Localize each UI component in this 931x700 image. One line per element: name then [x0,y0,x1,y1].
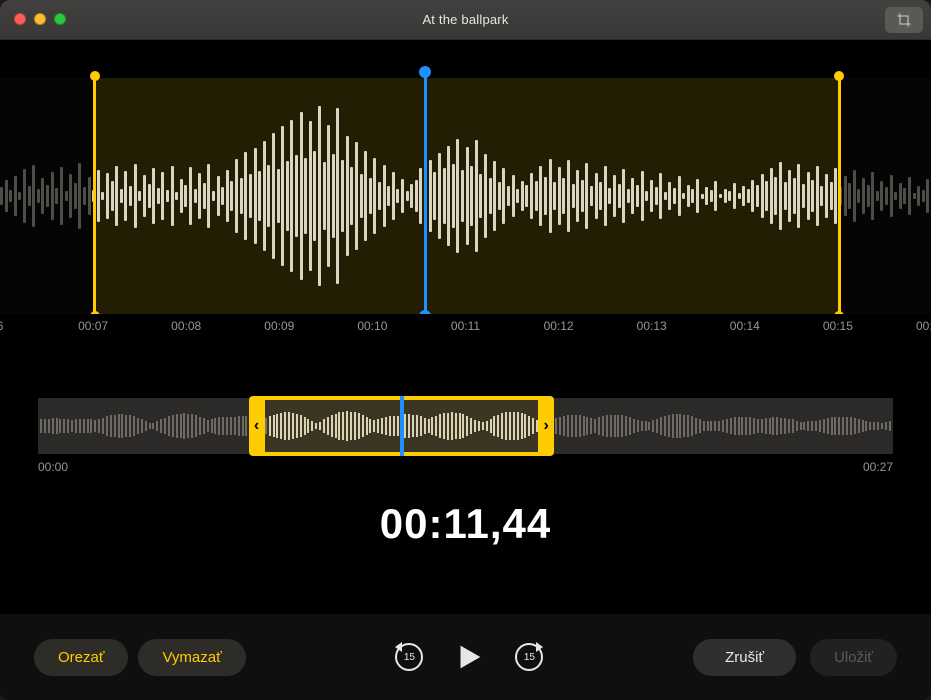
app-window: At the ballpark 6 00:07 00:08 00:09 00:10 00:… [0,0,931,700]
ruler-tick: 00:13 [637,319,667,333]
trim-handle-end[interactable] [838,76,841,316]
waveform-main[interactable]: 6 00:07 00:08 00:09 00:10 00:11 00:12 00:13 00:1… [0,78,931,338]
window-minimize-button[interactable] [34,13,46,25]
crop-icon [896,12,912,28]
overview-handle-start[interactable]: ‹ [249,396,265,456]
time-readout: 00:11,44 [0,500,931,548]
overview-start-label: 00:00 [38,460,68,474]
playhead[interactable] [424,72,427,316]
overview-handle-end[interactable]: › [538,396,554,456]
waveform-bars [0,86,931,306]
ruler-tick: 00:12 [544,319,574,333]
skip-back-button[interactable]: 15 [392,640,426,674]
window-title: At the ballpark [0,12,931,27]
skip-forward-icon: 15 [515,643,543,671]
overview-end-label: 00:27 [863,460,893,474]
transport-controls: 15 15 [256,640,683,674]
play-button[interactable] [452,640,486,674]
ruler-tick: 00:10 [357,319,387,333]
ruler-tick: 00:08 [171,319,201,333]
titlebar: At the ballpark [0,0,931,40]
trim-button[interactable]: Orezať [34,639,128,676]
ruler-tick: 00:14 [730,319,760,333]
bottom-toolbar: Orezať Vymazať 15 15 Zrušiť Uložiť [0,614,931,700]
skip-back-icon: 15 [395,643,423,671]
editor-content: 6 00:07 00:08 00:09 00:10 00:11 00:12 00:13 00:1… [0,40,931,700]
ruler-tick: 00:16 [916,319,931,333]
ruler-tick: 00:15 [823,319,853,333]
cancel-button[interactable]: Zrušiť [693,639,796,676]
overview-playhead[interactable] [400,396,404,456]
save-button: Uložiť [810,639,897,676]
play-icon [452,640,486,674]
ruler-tick: 00:07 [78,319,108,333]
ruler-tick: 6 [0,319,3,333]
crop-toggle-button[interactable] [885,7,923,33]
window-zoom-button[interactable] [54,13,66,25]
time-ruler: 6 00:07 00:08 00:09 00:10 00:11 00:12 00:13 00:1… [0,314,931,338]
window-close-button[interactable] [14,13,26,25]
waveform-overview[interactable]: ‹ › 00:00 00:27 [38,398,893,454]
delete-button[interactable]: Vymazať [138,639,245,676]
trim-handle-start[interactable] [93,76,96,316]
skip-forward-button[interactable]: 15 [512,640,546,674]
ruler-tick: 00:09 [264,319,294,333]
ruler-tick: 00:11 [451,319,480,333]
